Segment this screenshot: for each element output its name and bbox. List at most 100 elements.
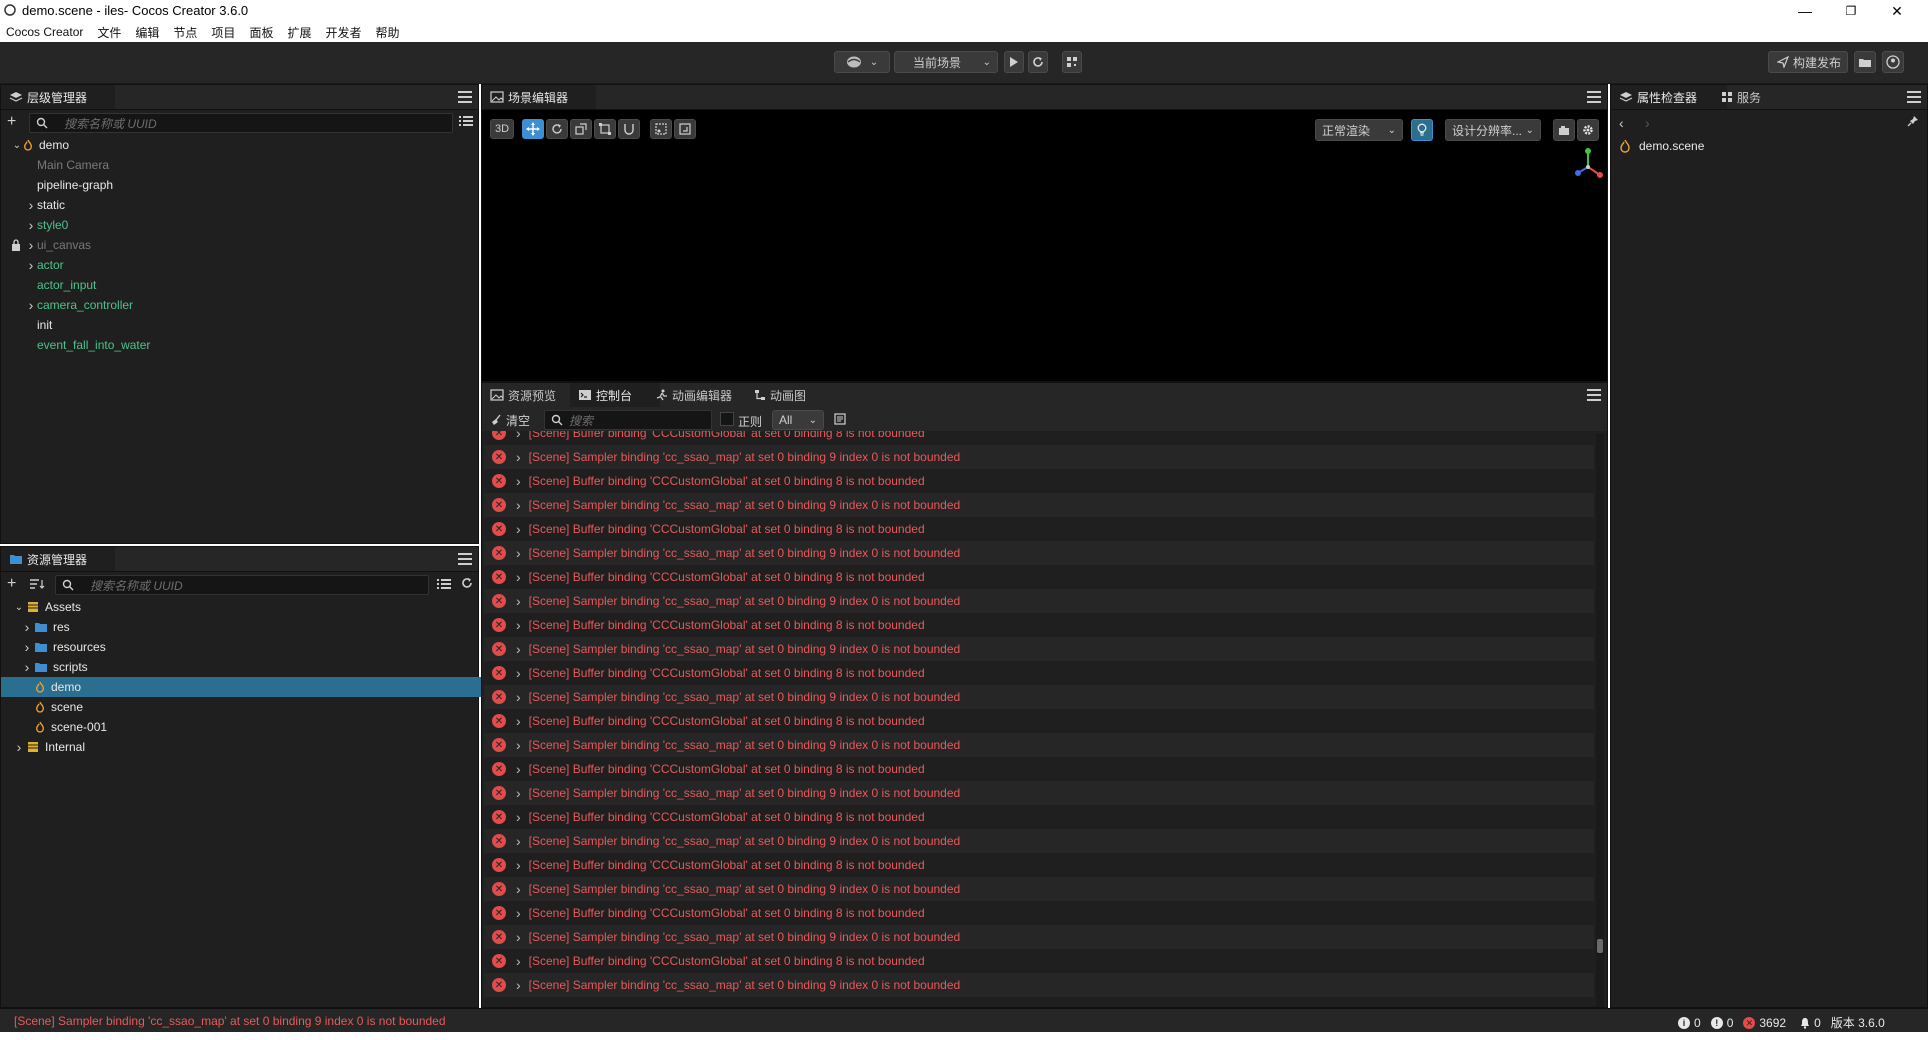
asset-item[interactable]: scene-001	[1, 717, 498, 737]
chevron-right-icon[interactable]: ›	[516, 617, 521, 633]
sort-icon[interactable]	[29, 578, 45, 592]
chevron-right-icon[interactable]: ›	[25, 237, 37, 253]
play-button[interactable]	[1004, 51, 1024, 73]
chevron-right-icon[interactable]: ›	[516, 785, 521, 801]
log-row[interactable]: ✕ › [Scene] Buffer binding 'CCCustomGlobal…	[484, 613, 1594, 637]
log-row[interactable]: ✕ › [Scene] Buffer binding 'CCCustomGlobal…	[484, 949, 1594, 973]
chevron-right-icon[interactable]: ›	[516, 593, 521, 609]
menu-help[interactable]: 帮助	[375, 24, 399, 41]
menu-node[interactable]: 节点	[173, 24, 197, 41]
scene-editor-menu-icon[interactable]	[1587, 91, 1601, 103]
chevron-right-icon[interactable]: ›	[516, 521, 521, 537]
bell-icon[interactable]	[1800, 1017, 1810, 1029]
chevron-right-icon[interactable]: ›	[516, 569, 521, 585]
chevron-right-icon[interactable]: ›	[13, 739, 25, 755]
open-folder-button[interactable]	[1854, 51, 1876, 73]
menu-edit[interactable]: 编辑	[135, 24, 159, 41]
chevron-right-icon[interactable]: ›	[516, 641, 521, 657]
camera-button[interactable]	[1553, 119, 1575, 141]
platform-select[interactable]: ⌄	[834, 51, 890, 73]
scene-select[interactable]: 当前场景 ⌄	[894, 51, 998, 73]
chevron-right-icon[interactable]: ›	[516, 953, 521, 969]
chevron-right-icon[interactable]: ›	[21, 619, 33, 635]
chevron-right-icon[interactable]: ›	[21, 639, 33, 655]
log-row[interactable]: ✕ › [Scene] Sampler binding 'cc_ssao_map' …	[484, 829, 1594, 853]
add-asset-icon[interactable]: +	[7, 576, 21, 592]
mode-3d-button[interactable]: 3D	[490, 119, 514, 139]
log-level-select[interactable]: All ⌄	[772, 410, 824, 430]
resolution-select[interactable]: 设计分辨率... ⌄	[1445, 119, 1541, 141]
hierarchy-search-input[interactable]: 搜索名称或 UUID	[29, 113, 453, 133]
warning-icon[interactable]: !	[1710, 1016, 1723, 1029]
rotate-tool-button[interactable]	[546, 119, 568, 139]
menu-project[interactable]: 项目	[211, 24, 235, 41]
tab-animation-graph[interactable]: 动画图	[746, 383, 832, 407]
lock-icon[interactable]	[11, 239, 21, 251]
asset-item[interactable]: › res	[1, 617, 498, 637]
log-row[interactable]: ✕ › [Scene] Buffer binding 'CCCustomGlobal…	[484, 565, 1594, 589]
log-row[interactable]: ✕ › [Scene] Buffer binding 'CCCustomGlobal…	[484, 517, 1594, 541]
log-row[interactable]: ✕ › [Scene] Sampler binding 'cc_ssao_map' …	[484, 493, 1594, 517]
chevron-right-icon[interactable]: ›	[21, 659, 33, 675]
tab-inspector[interactable]: 属性检查器	[1611, 85, 1727, 109]
chevron-right-icon[interactable]: ›	[516, 905, 521, 921]
tab-assets[interactable]: 资源管理器	[1, 547, 115, 571]
hierarchy-node[interactable]: › static	[1, 195, 65, 215]
back-arrow-icon[interactable]: ‹	[1619, 115, 1624, 131]
add-node-icon[interactable]: +	[7, 114, 21, 130]
info-icon[interactable]: i	[1678, 1016, 1690, 1029]
pivot-button[interactable]	[650, 119, 672, 139]
console-menu-icon[interactable]	[1587, 389, 1601, 401]
chevron-right-icon[interactable]: ›	[516, 449, 521, 465]
log-row[interactable]: ✕ › [Scene] Buffer binding 'CCCustomGlobal…	[484, 469, 1594, 493]
light-toggle-button[interactable]	[1411, 119, 1433, 141]
snap-tool-button[interactable]	[618, 119, 640, 139]
hierarchy-menu-icon[interactable]	[458, 91, 472, 103]
open-log-file-icon[interactable]	[834, 413, 848, 427]
forward-arrow-icon[interactable]: ›	[1645, 115, 1650, 131]
menu-panel[interactable]: 面板	[249, 24, 273, 41]
tab-scene-editor[interactable]: 场景编辑器	[482, 85, 596, 109]
chevron-right-icon[interactable]: ›	[516, 809, 521, 825]
render-mode-select[interactable]: 正常渲染 ⌄	[1315, 119, 1403, 141]
assets-refresh-icon[interactable]	[461, 577, 475, 591]
log-row[interactable]: ✕ › [Scene] Buffer binding 'CCCustomGlobal…	[484, 661, 1594, 685]
scale-tool-button[interactable]	[570, 119, 592, 139]
chevron-right-icon[interactable]: ›	[516, 431, 521, 441]
log-row[interactable]: ✕ › [Scene] Sampler binding 'cc_ssao_map' …	[484, 637, 1594, 661]
hierarchy-node[interactable]: pipeline-graph	[1, 175, 113, 195]
log-row[interactable]: ✕ › [Scene] Buffer binding 'CCCustomGlobal…	[484, 431, 1594, 445]
chevron-right-icon[interactable]: ›	[516, 473, 521, 489]
tab-animation-editor[interactable]: 动画编辑器	[648, 383, 760, 407]
asset-item[interactable]: › Internal	[1, 737, 490, 757]
log-row[interactable]: ✕ › [Scene] Sampler binding 'cc_ssao_map' …	[484, 541, 1594, 565]
assets-search-input[interactable]: 搜索名称或 UUID	[55, 575, 429, 595]
log-row[interactable]: ✕ › [Scene] Buffer binding 'CCCustomGlobal…	[484, 805, 1594, 829]
hierarchy-node[interactable]: › camera_controller	[1, 295, 133, 315]
log-row[interactable]: ✕ › [Scene] Sampler binding 'cc_ssao_map' …	[484, 925, 1594, 949]
minimize-button[interactable]: —	[1782, 0, 1828, 22]
error-icon[interactable]: ✕	[1743, 1016, 1756, 1029]
hierarchy-node[interactable]: Main Camera	[1, 155, 109, 175]
menu-extension[interactable]: 扩展	[287, 24, 311, 41]
chevron-down-icon[interactable]: ⌄	[11, 140, 23, 151]
log-row[interactable]: ✕ › [Scene] Sampler binding 'cc_ssao_map' …	[484, 445, 1594, 469]
asset-item[interactable]: › resources	[1, 637, 498, 657]
chevron-right-icon[interactable]: ›	[516, 497, 521, 513]
log-row[interactable]: ✕ › [Scene] Buffer binding 'CCCustomGlobal…	[484, 709, 1594, 733]
chevron-right-icon[interactable]: ›	[516, 833, 521, 849]
tab-service[interactable]: 服务	[1713, 85, 1789, 109]
chevron-down-icon[interactable]: ⌄	[13, 602, 25, 613]
chevron-right-icon[interactable]: ›	[516, 977, 521, 993]
axis-gizmo-icon[interactable]	[1568, 145, 1608, 185]
hierarchy-node[interactable]: actor_input	[1, 275, 96, 295]
menu-cocos-creator[interactable]: Cocos Creator	[6, 25, 83, 39]
build-publish-button[interactable]: 构建发布	[1768, 51, 1848, 73]
chevron-right-icon[interactable]: ›	[516, 761, 521, 777]
chevron-right-icon[interactable]: ›	[516, 545, 521, 561]
chevron-right-icon[interactable]: ›	[25, 197, 37, 213]
asset-item[interactable]: ⌄ Assets	[1, 597, 490, 617]
log-row[interactable]: ✕ › [Scene] Sampler binding 'cc_ssao_map' …	[484, 733, 1594, 757]
chevron-right-icon[interactable]: ›	[25, 257, 37, 273]
console-scrollbar-thumb[interactable]	[1597, 939, 1603, 953]
